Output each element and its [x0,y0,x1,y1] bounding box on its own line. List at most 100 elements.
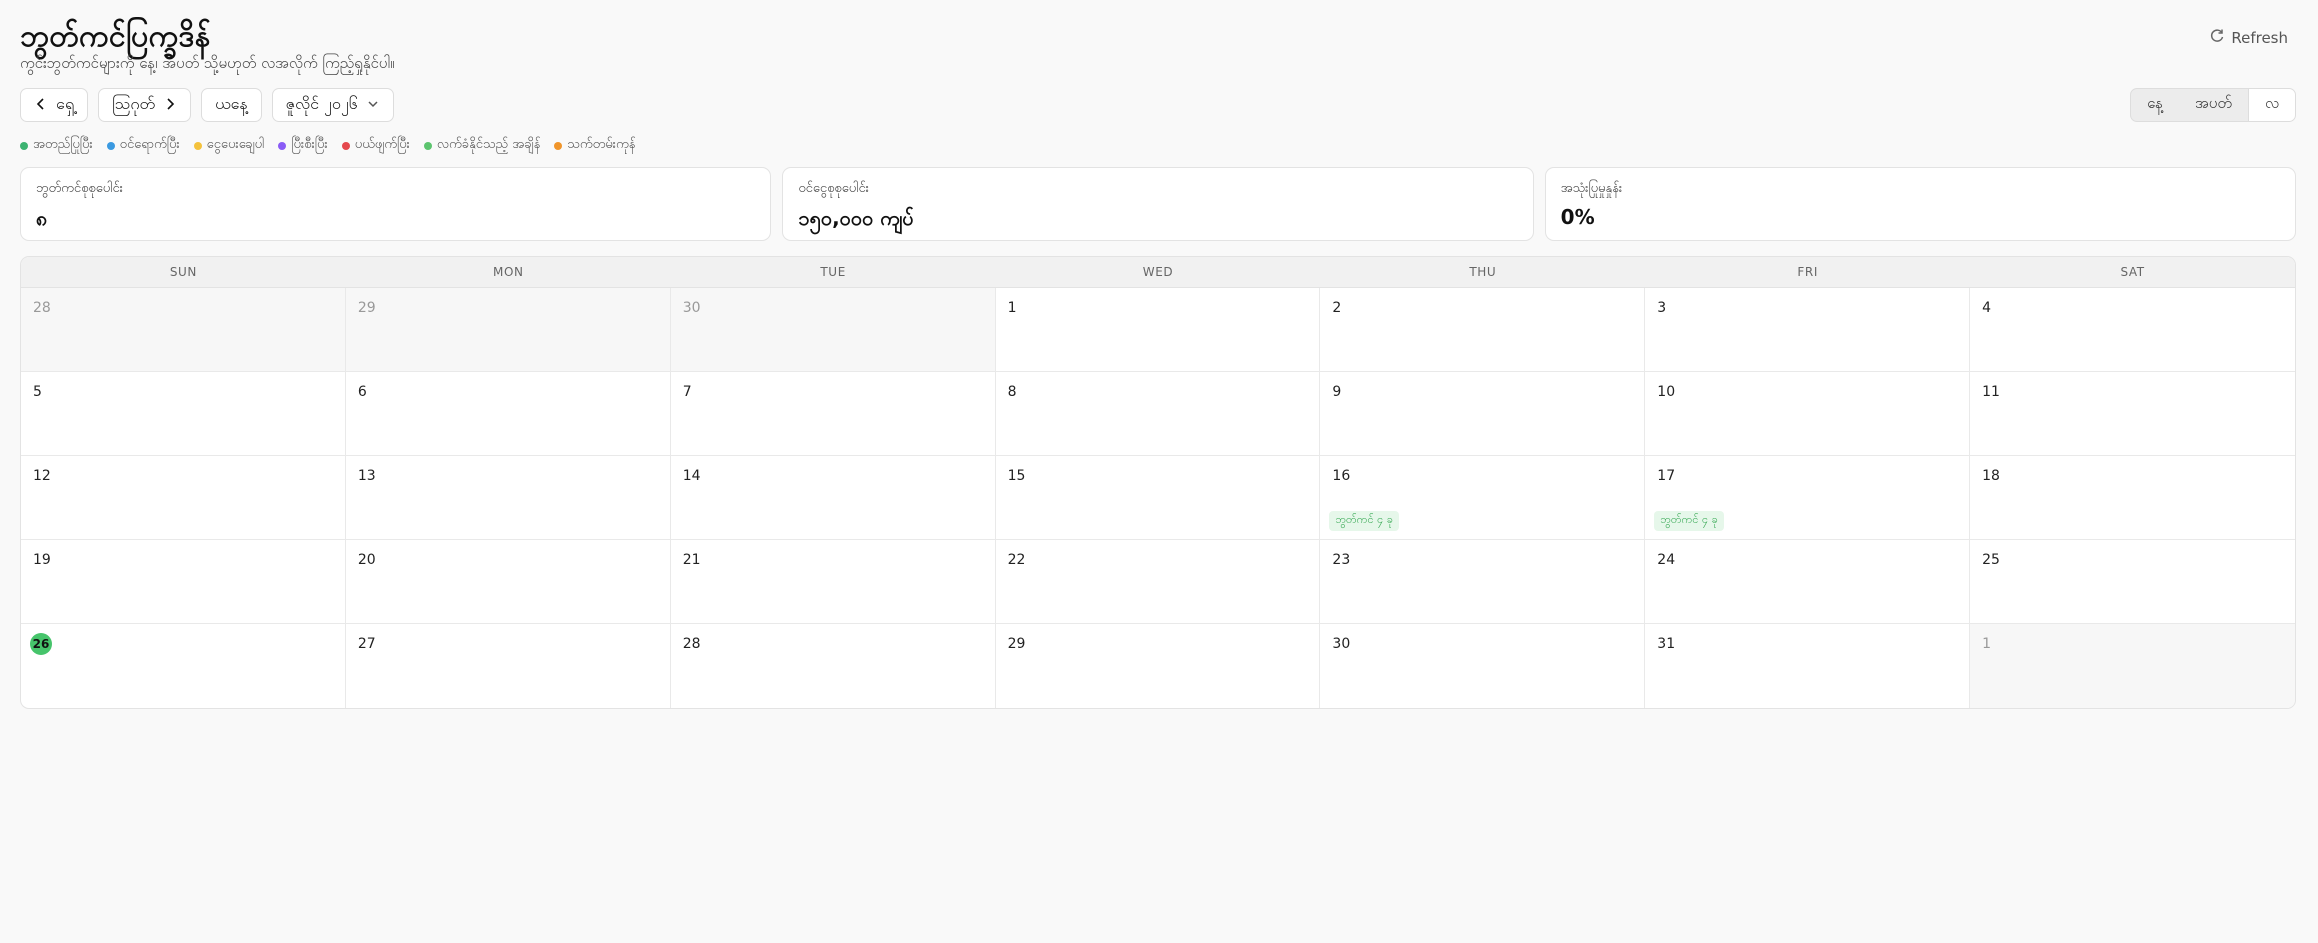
legend-label: ပြီးစီးပြီး [291,137,328,152]
view-day-button[interactable]: နေ့ [2131,89,2179,121]
day-number: 13 [357,468,376,484]
stat-card: ဝင်ငွေစုစုပေါင်း ၁၅၀,၀၀၀ ကျပ် [782,167,1534,241]
day-number: 18 [1982,468,2000,484]
next-month-button[interactable]: သြဂုတ် [98,88,192,122]
day-number: 27 [357,636,376,652]
legend-label: ငွေပေးချေပါ [206,137,265,152]
day-number: 15 [1007,468,1026,484]
day-cell[interactable]: 30 [670,288,996,372]
view-week-button[interactable]: အပတ် [2179,89,2248,121]
booking-count-badge[interactable]: ဘွတ်ကင် ၄ ခု [1329,511,1399,531]
day-number: 3 [1657,300,1667,316]
day-cell[interactable]: 1 [1970,624,2295,708]
day-number: 8 [1007,384,1017,400]
day-cell[interactable]: 14 [670,456,996,540]
day-number: 12 [33,468,51,484]
day-number: 9 [1332,384,1342,400]
day-number: 1 [1982,636,1992,652]
day-cell[interactable]: 23 [1320,540,1646,624]
day-cell[interactable]: 25 [1970,540,2295,624]
day-number: 23 [1332,552,1351,568]
day-number: 11 [1982,384,2000,400]
day-cell[interactable]: 26 [21,624,346,708]
legend-item: သက်တမ်းကုန် [554,136,635,155]
day-cell[interactable]: 31 [1645,624,1971,708]
day-cell[interactable]: 29 [996,624,1321,708]
weekday-label: FRI [1797,265,1818,279]
day-cell[interactable]: 16 ဘွတ်ကင် ၄ ခု [1320,456,1646,540]
day-cell[interactable]: 29 [345,288,671,372]
day-number: 6 [357,384,367,400]
day-cell[interactable]: 19 [21,540,346,624]
day-cell[interactable]: 18 [1970,456,2295,540]
day-cell[interactable]: 21 [670,540,996,624]
chevron-left-icon [34,96,48,115]
day-cell[interactable]: 22 [995,540,1321,624]
day-number: 1 [1007,300,1017,316]
weekday-label: MON [492,265,524,279]
day-number: 29 [1007,636,1026,652]
day-cell[interactable]: 20 [345,540,671,624]
day-number: 20 [357,552,376,568]
month-select[interactable]: ဇူလိုင် ၂၀၂၆ [271,88,394,122]
weekday-header: SUN MON TUE WED THU FRI SAT [21,257,2295,288]
day-cell[interactable]: 2 [1320,288,1646,372]
page-subtitle: ကွင်းဘွတ်ကင်များကို နေ့၊ အပတ် သို့မဟုတ် … [20,54,395,72]
day-cell[interactable]: 15 [995,456,1321,540]
stats-row: ဘွတ်ကင်စုစုပေါင်း၈ဝင်ငွေစုစုပေါင်း ၁၅၀,၀၀… [20,167,2296,241]
day-number: 4 [1982,300,1992,316]
day-cell[interactable]: 4 [1970,288,2295,372]
day-number: 17 [1657,468,1676,484]
day-number: 16 [1332,468,1351,484]
day-number: 31 [1657,636,1676,652]
day-cell[interactable]: 27 [346,624,671,708]
legend-label: သက်တမ်းကုန် [567,137,636,152]
prev-month-button[interactable]: ရှေ့ [20,88,89,122]
legend-dot-icon [106,141,115,150]
stat-card: အသုံးပြုမှုနှုန်း 0% [1544,167,2296,241]
today-label: ယနေ့ [215,94,248,113]
day-cell[interactable]: 17 ဘွတ်ကင် ၄ ခု [1645,456,1971,540]
day-cell[interactable]: 7 [670,372,996,456]
day-number: 7 [682,384,692,400]
day-cell[interactable]: 10 [1645,372,1971,456]
weekday-label: WED [1142,265,1174,279]
legend-item: ဝင်ရောက်ပြီး [106,136,180,155]
day-cell[interactable]: 6 [345,372,671,456]
legend-dot-icon [278,141,287,150]
day-number: 30 [1332,636,1351,652]
today-button[interactable]: ယနေ့ [201,88,262,122]
refresh-label: Refresh [2231,29,2288,47]
stat-label: ဘွတ်ကင်စုစုပေါင်း [36,181,123,196]
weekday-label: TUE [820,265,846,279]
legend-dot-icon [554,141,563,150]
day-number: 19 [33,552,51,568]
day-cell[interactable]: 11 [1970,372,2295,456]
day-cell[interactable]: 28 [21,288,346,372]
day-cell[interactable]: 12 [21,456,346,540]
day-number: 10 [1657,384,1676,400]
day-cell[interactable]: 1 [995,288,1321,372]
day-cell[interactable]: 28 [671,624,996,708]
refresh-button[interactable]: Refresh [2209,28,2288,48]
day-number: 28 [682,636,701,652]
weekday-label: SAT [2120,265,2145,279]
view-month-button[interactable]: လ [2247,89,2295,121]
next-month-label: သြဂုတ် [112,94,156,113]
legend-item: ငွေပေးချေပါ [193,136,265,155]
day-cell[interactable]: 9 [1320,372,1646,456]
day-cell[interactable]: 8 [995,372,1321,456]
day-cell[interactable]: 5 [21,372,346,456]
day-cell[interactable]: 3 [1645,288,1971,372]
month-calendar: SUN MON TUE WED THU FRI SAT 28 29 30 1 2 3 4 5 6 7 8 9 10 1… [20,256,2296,709]
view-toggle: နေ့ အပတ် လ [2130,88,2296,122]
day-number: 29 [357,300,376,316]
booking-count-badge[interactable]: ဘွတ်ကင် ၄ ခု [1654,511,1724,531]
day-number: 24 [1657,552,1676,568]
day-cell[interactable]: 13 [345,456,671,540]
refresh-icon [2209,28,2225,48]
day-cell[interactable]: 30 [1320,624,1646,708]
day-cell[interactable]: 24 [1645,540,1971,624]
day-number: 14 [682,468,701,484]
legend-label: ပယ်ဖျက်ပြီး [354,137,410,152]
